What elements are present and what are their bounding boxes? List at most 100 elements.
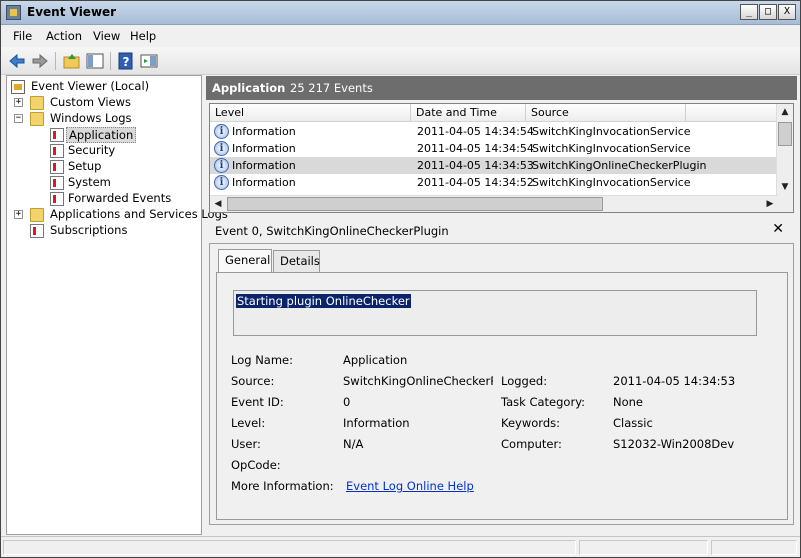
events-horizontal-scrollbar[interactable]: ◀ ▶: [210, 195, 778, 212]
column-source[interactable]: Source: [526, 104, 686, 122]
menu-action[interactable]: Action: [46, 29, 82, 43]
status-segment: [711, 540, 797, 555]
scroll-right-arrow-icon[interactable]: ▶: [762, 196, 778, 212]
event-row[interactable]: i Information 2011-04-05 14:34:54 Switch…: [210, 140, 778, 157]
log-header: Application 25 217 Events: [206, 76, 797, 100]
status-segment: [579, 540, 708, 555]
show-hide-tree-icon[interactable]: [85, 51, 105, 71]
event-log-online-help-link[interactable]: Event Log Online Help: [346, 479, 474, 493]
tree-item-subscriptions[interactable]: Subscriptions: [13, 223, 199, 239]
label-task-category: Task Category:: [501, 395, 586, 409]
event-detail-title: Event 0, SwitchKingOnlineCheckerPlugin: [215, 224, 449, 238]
event-message: Starting plugin OnlineChecker: [236, 294, 411, 308]
tree-item-security[interactable]: Security: [50, 143, 198, 159]
expand-icon[interactable]: +: [14, 98, 23, 107]
scroll-thumb[interactable]: [227, 197, 603, 211]
folder-icon: [30, 96, 44, 110]
value-task-category: None: [613, 395, 644, 409]
event-row-selected[interactable]: i Information 2011-04-05 14:34:53 Switch…: [210, 157, 778, 174]
navigation-tree: Event Viewer (Local) + Custom Views − Wi…: [6, 75, 228, 535]
scroll-left-arrow-icon[interactable]: ◀: [210, 196, 226, 212]
menu-view[interactable]: View: [93, 29, 120, 43]
column-date-time[interactable]: Date and Time: [411, 104, 526, 122]
event-message-box[interactable]: Starting plugin OnlineChecker: [233, 290, 757, 336]
tree-item-system[interactable]: System: [50, 175, 198, 191]
column-level[interactable]: Level: [210, 104, 411, 122]
event-detail-header: Event 0, SwitchKingOnlineCheckerPlugin ✕: [209, 219, 794, 241]
log-icon: [50, 128, 64, 142]
menu-bar: File Action View Help: [1, 25, 800, 47]
event-row[interactable]: i Information 2011-04-05 14:34:52 Switch…: [210, 174, 778, 191]
label-log-name: Log Name:: [231, 353, 293, 367]
log-icon: [50, 144, 64, 158]
information-icon: i: [214, 141, 229, 156]
value-event-id: 0: [343, 395, 351, 409]
menu-help[interactable]: Help: [130, 29, 156, 43]
log-title: Application: [212, 81, 286, 95]
tree-item-custom-views[interactable]: + Custom Views: [13, 95, 199, 111]
window-title: Event Viewer: [27, 5, 117, 19]
tree-item-application[interactable]: Application: [50, 127, 198, 143]
label-source: Source:: [231, 374, 275, 388]
event-viewer-icon: [11, 80, 25, 94]
title-bar: Event Viewer _ □ X: [1, 1, 800, 25]
information-icon: i: [214, 158, 229, 173]
column-filler: [686, 104, 778, 122]
log-icon: [50, 160, 64, 174]
log-icon: [50, 176, 64, 190]
label-event-id: Event ID:: [231, 395, 284, 409]
event-detail-panel: General Details Starting plugin OnlineCh…: [209, 243, 794, 525]
tree-item-forwarded-events[interactable]: Forwarded Events: [50, 191, 198, 207]
events-list: Level Date and Time Source i Information…: [209, 103, 794, 213]
folder-icon: [30, 112, 44, 126]
information-icon: i: [214, 175, 229, 190]
status-bar: [1, 536, 800, 557]
events-vertical-scrollbar[interactable]: ▲ ▼: [776, 104, 793, 212]
label-logged: Logged:: [501, 374, 548, 388]
value-log-name: Application: [343, 353, 408, 367]
value-level: Information: [343, 416, 410, 430]
status-segment: [3, 540, 576, 555]
close-button[interactable]: X: [778, 4, 796, 20]
label-user: User:: [231, 437, 261, 451]
event-viewer-icon: [6, 5, 21, 20]
forward-arrow-icon[interactable]: [30, 51, 50, 71]
maximize-button[interactable]: □: [759, 4, 777, 20]
tree-item-windows-logs[interactable]: − Windows Logs: [13, 111, 199, 127]
value-user: N/A: [343, 437, 364, 451]
up-folder-icon[interactable]: [62, 51, 82, 71]
value-logged: 2011-04-05 14:34:53: [613, 374, 736, 388]
tab-details[interactable]: Details: [273, 250, 320, 272]
back-arrow-icon[interactable]: [7, 51, 27, 71]
label-computer: Computer:: [501, 437, 562, 451]
tree-item-applications-services-logs[interactable]: + Applications and Services Logs: [13, 207, 228, 223]
value-source: SwitchKingOnlineCheckerPlu: [343, 374, 493, 388]
scroll-up-arrow-icon[interactable]: ▲: [777, 104, 793, 120]
show-action-pane-icon[interactable]: [139, 51, 159, 71]
folder-icon: [30, 208, 44, 222]
menu-file[interactable]: File: [13, 29, 32, 43]
subscriptions-icon: [30, 224, 44, 238]
general-tab-panel: Starting plugin OnlineChecker Log Name: …: [216, 272, 788, 520]
label-level: Level:: [231, 416, 266, 430]
svg-text:?: ?: [123, 55, 130, 69]
collapse-icon[interactable]: −: [14, 114, 23, 123]
label-opcode: OpCode:: [231, 458, 281, 472]
close-icon[interactable]: ✕: [772, 221, 784, 237]
tab-general[interactable]: General: [218, 249, 272, 272]
value-keywords: Classic: [613, 416, 653, 430]
event-row[interactable]: i Information 2011-04-05 14:34:54 Switch…: [210, 123, 778, 140]
log-icon: [50, 192, 64, 206]
expand-icon[interactable]: +: [14, 210, 23, 219]
event-viewer-window: Event Viewer _ □ X File Action View Help…: [0, 0, 801, 558]
scroll-thumb[interactable]: [778, 122, 792, 146]
scroll-down-arrow-icon[interactable]: ▼: [777, 179, 793, 195]
information-icon: i: [214, 124, 229, 139]
tree-item-setup[interactable]: Setup: [50, 159, 198, 175]
minimize-button[interactable]: _: [740, 4, 758, 20]
label-more-information: More Information:: [231, 479, 334, 493]
label-keywords: Keywords:: [501, 416, 560, 430]
tree-root[interactable]: Event Viewer (Local): [11, 79, 199, 95]
help-icon[interactable]: ?: [116, 51, 136, 71]
event-count: 25 217 Events: [290, 81, 373, 95]
